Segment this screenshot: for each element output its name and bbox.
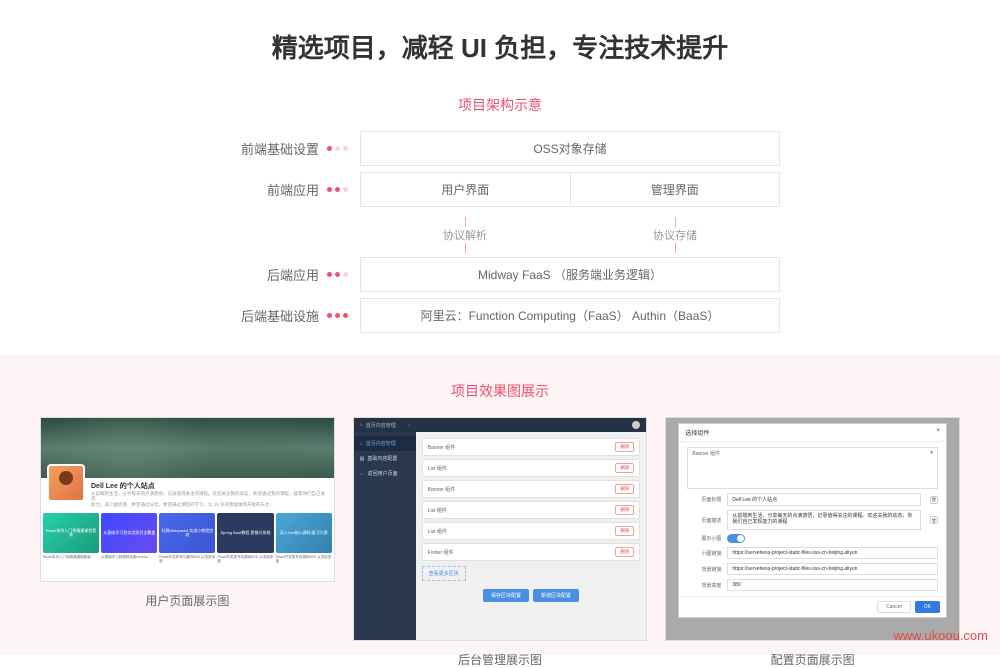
delete-button[interactable]: 删除: [615, 484, 634, 494]
cancel-button[interactable]: Cancel: [877, 601, 911, 613]
arch-row: 前端应用 用户界面 管理界面: [220, 172, 780, 207]
avatar: [47, 464, 85, 502]
link-input[interactable]: https://serverless-project-static-files.…: [727, 563, 938, 575]
course-card: 社群Webpack4 实战小教程完结: [159, 513, 215, 553]
course-card: Spring Boot教程 套餐式系统: [217, 513, 273, 553]
sidebar-item[interactable]: ⌂首页内容管理: [354, 436, 416, 451]
height-input[interactable]: 380: [727, 579, 938, 591]
delete-button[interactable]: 删除: [615, 442, 634, 452]
gallery-section-title: 项目效果图展示: [40, 381, 960, 401]
arch-cell: OSS对象存储: [360, 131, 780, 166]
gallery-caption: 用户页面展示图: [40, 592, 335, 609]
page-title: 精选项目，减轻 UI 负担，专注技术提升: [0, 0, 1000, 83]
arch-label: 前端基础设置: [220, 131, 360, 166]
gallery-item-config: 选择组件 × Banner 组件▾ 页面标题Dell Lee 的个人站点🗑 页面…: [665, 417, 960, 641]
add-button[interactable]: 新增区块配置: [533, 589, 579, 602]
arch-row: 后端应用 Midway FaaS （服务端业务逻辑）: [220, 257, 780, 292]
thumbnail: Dell Lee 的个人站点 从前端到生活，分享每天的点滴感悟，记录值得关注的课…: [40, 417, 335, 582]
home-icon: ⌂: [360, 422, 363, 428]
list-item: List 组件删除: [422, 522, 641, 540]
sidebar-item[interactable]: ▤基础内容配置: [354, 451, 416, 466]
screenshot-gallery: Dell Lee 的个人站点 从前端到生活，分享每天的点滴感悟，记录值得关注的课…: [40, 417, 960, 641]
watermark: www.ukoou.com: [893, 628, 988, 643]
gallery-caption: 配置页面展示图: [665, 651, 960, 668]
arch-label: 前端应用: [220, 172, 360, 207]
gallery-item-admin: ⌂首页内容管理 ← ⌂首页内容管理 ▤基础内容配置 ←返回用户页面 Banner …: [353, 417, 648, 641]
save-button[interactable]: 保存区块配置: [483, 589, 529, 602]
gallery-caption: 后台管理展示图: [353, 651, 648, 668]
delete-button[interactable]: 删除: [615, 547, 634, 557]
chevron-down-icon: ▾: [930, 450, 933, 486]
arch-row: 前端基础设置 OSS对象存储: [220, 131, 780, 166]
arch-cell: 管理界面: [571, 172, 781, 207]
course-card: 深入Vue核心源码/复习大赛: [276, 513, 332, 553]
list-item: Banner 组件删除: [422, 480, 641, 498]
course-card: React系列入门到精通课程套装: [43, 513, 99, 553]
close-icon[interactable]: ×: [936, 428, 940, 437]
sidebar-item[interactable]: ←返回用户页面: [354, 466, 416, 481]
delete-button[interactable]: 删除: [615, 526, 634, 536]
arch-row: 后端基础设施 阿里云：Function Computing（FaaS） Auth…: [220, 298, 780, 333]
arch-label: 后端基础设施: [220, 298, 360, 333]
arch-cell: 用户界面: [360, 172, 571, 207]
delete-button[interactable]: 删除: [615, 463, 634, 473]
delete-button[interactable]: 删除: [615, 505, 634, 515]
link-input[interactable]: https://serverless-project-static-files.…: [727, 547, 938, 559]
arch-label: 后端应用: [220, 257, 360, 292]
delete-icon[interactable]: 🗑: [930, 496, 938, 504]
sidebar: ⌂首页内容管理 ▤基础内容配置 ←返回用户页面: [354, 432, 416, 640]
thumbnail: ⌂首页内容管理 ← ⌂首页内容管理 ▤基础内容配置 ←返回用户页面 Banner …: [353, 417, 648, 641]
list-item: Banner 组件删除: [422, 438, 641, 456]
view-more-link[interactable]: 查看更多区块: [422, 566, 466, 581]
desc-input[interactable]: 从前端到生活，分享每天的点滴感悟，记录值得关注的课程。欢迎关我的动态，你我们自己…: [727, 510, 921, 530]
modal-title: 选择组件: [685, 428, 709, 437]
component-select[interactable]: Banner 组件▾: [687, 447, 938, 489]
arch-cell: Midway FaaS （服务端业务逻辑）: [360, 257, 780, 292]
list-item: List 组件删除: [422, 501, 641, 519]
avatar: [632, 421, 640, 429]
delete-icon[interactable]: 🗑: [930, 516, 938, 524]
architecture-diagram: 前端基础设置 OSS对象存储 前端应用 用户界面 管理界面 协议解析 协议存储 …: [220, 131, 780, 333]
back-icon: ←: [407, 422, 412, 428]
title-input[interactable]: Dell Lee 的个人站点: [727, 493, 921, 506]
architecture-section-title: 项目架构示意: [0, 95, 1000, 115]
course-card: 从基础学习到实战项目全覆盖: [101, 513, 157, 553]
list-item: Footer 组件删除: [422, 543, 641, 561]
config-modal: 选择组件 × Banner 组件▾ 页面标题Dell Lee 的个人站点🗑 页面…: [678, 423, 947, 618]
list-item: List 组件删除: [422, 459, 641, 477]
arch-connectors: 协议解析 协议存储: [360, 213, 780, 257]
profile-name: Dell Lee 的个人站点: [91, 482, 328, 491]
gallery-item-user-page: Dell Lee 的个人站点 从前端到生活，分享每天的点滴感悟，记录值得关注的课…: [40, 417, 335, 641]
arch-cell: 阿里云：Function Computing（FaaS） Authin（BaaS…: [360, 298, 780, 333]
toggle-switch[interactable]: [727, 534, 745, 543]
thumbnail: 选择组件 × Banner 组件▾ 页面标题Dell Lee 的个人站点🗑 页面…: [665, 417, 960, 641]
ok-button[interactable]: OK: [915, 601, 940, 613]
